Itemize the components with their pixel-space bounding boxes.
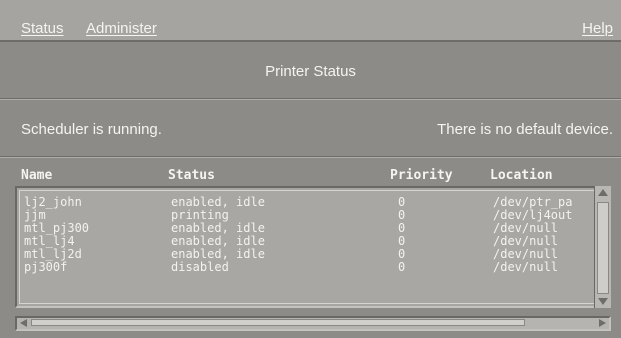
printer-status: printing bbox=[171, 209, 229, 222]
printer-name: lj2_john bbox=[24, 196, 82, 209]
printer-status: disabled bbox=[171, 261, 229, 274]
printer-priority: 0 bbox=[398, 248, 406, 261]
column-header-priority[interactable]: Priority bbox=[390, 168, 453, 183]
table-row[interactable]: mtl_lj4 enabled, idle 0 /dev/null bbox=[20, 235, 606, 248]
printer-location: /dev/null bbox=[493, 261, 559, 274]
printer-location: /dev/null bbox=[493, 235, 559, 248]
scheduler-status: Scheduler is running. bbox=[21, 121, 162, 138]
vertical-scrollbar[interactable] bbox=[594, 186, 611, 308]
horizontal-scrollbar[interactable] bbox=[15, 316, 611, 331]
printer-name: mtl_lj4 bbox=[24, 235, 75, 248]
table-row[interactable]: pj300f disabled 0 /dev/null bbox=[20, 261, 606, 274]
printer-name: mtl_pj300 bbox=[24, 222, 90, 235]
vertical-scroll-thumb[interactable] bbox=[597, 202, 609, 294]
scroll-down-arrow-icon[interactable] bbox=[598, 298, 608, 305]
menu-status[interactable]: Status bbox=[21, 20, 64, 37]
horizontal-scroll-thumb[interactable] bbox=[31, 319, 525, 326]
scroll-up-arrow-icon[interactable] bbox=[598, 189, 608, 196]
printer-status: enabled, idle bbox=[171, 235, 265, 248]
printer-status: enabled, idle bbox=[171, 248, 265, 261]
printer-location: /dev/null bbox=[493, 222, 559, 235]
scroll-left-arrow-icon[interactable] bbox=[20, 319, 27, 327]
printer-name: pj300f bbox=[24, 261, 68, 274]
table-row[interactable]: jjm printing 0 /dev/lj4out bbox=[20, 209, 606, 222]
menu-help[interactable]: Help bbox=[582, 20, 613, 37]
printer-priority: 0 bbox=[398, 261, 406, 274]
printer-name: mtl_lj2d bbox=[24, 248, 82, 261]
default-device-status: There is no default device. bbox=[437, 121, 613, 138]
printer-list[interactable]: lj2_john enabled, idle 0 /dev/ptr_pa jjm… bbox=[19, 190, 607, 304]
printer-status-window: Status Administer Help Printer Status Sc… bbox=[0, 0, 621, 338]
divider bbox=[0, 156, 621, 158]
printer-location: /dev/null bbox=[493, 248, 559, 261]
column-header-status[interactable]: Status bbox=[168, 168, 215, 183]
table-row[interactable]: mtl_pj300 enabled, idle 0 /dev/null bbox=[20, 222, 606, 235]
printer-status: enabled, idle bbox=[171, 196, 265, 209]
printer-priority: 0 bbox=[398, 222, 406, 235]
printer-priority: 0 bbox=[398, 209, 406, 222]
printer-location: /dev/ptr_pa bbox=[493, 196, 573, 209]
printer-priority: 0 bbox=[398, 235, 406, 248]
column-header-location[interactable]: Location bbox=[490, 168, 553, 183]
scroll-right-arrow-icon[interactable] bbox=[599, 319, 606, 327]
table-row[interactable]: lj2_john enabled, idle 0 /dev/ptr_pa bbox=[20, 196, 606, 209]
menubar: Status Administer Help bbox=[0, 0, 621, 42]
printer-status: enabled, idle bbox=[171, 222, 265, 235]
menu-administer[interactable]: Administer bbox=[86, 20, 157, 37]
page-title: Printer Status bbox=[265, 63, 356, 80]
divider bbox=[0, 98, 621, 100]
printer-priority: 0 bbox=[398, 196, 406, 209]
printer-location: /dev/lj4out bbox=[493, 209, 573, 222]
printer-list-frame: lj2_john enabled, idle 0 /dev/ptr_pa jjm… bbox=[15, 186, 611, 308]
table-row[interactable]: mtl_lj2d enabled, idle 0 /dev/null bbox=[20, 248, 606, 261]
column-header-name[interactable]: Name bbox=[21, 168, 52, 183]
printer-name: jjm bbox=[24, 209, 46, 222]
